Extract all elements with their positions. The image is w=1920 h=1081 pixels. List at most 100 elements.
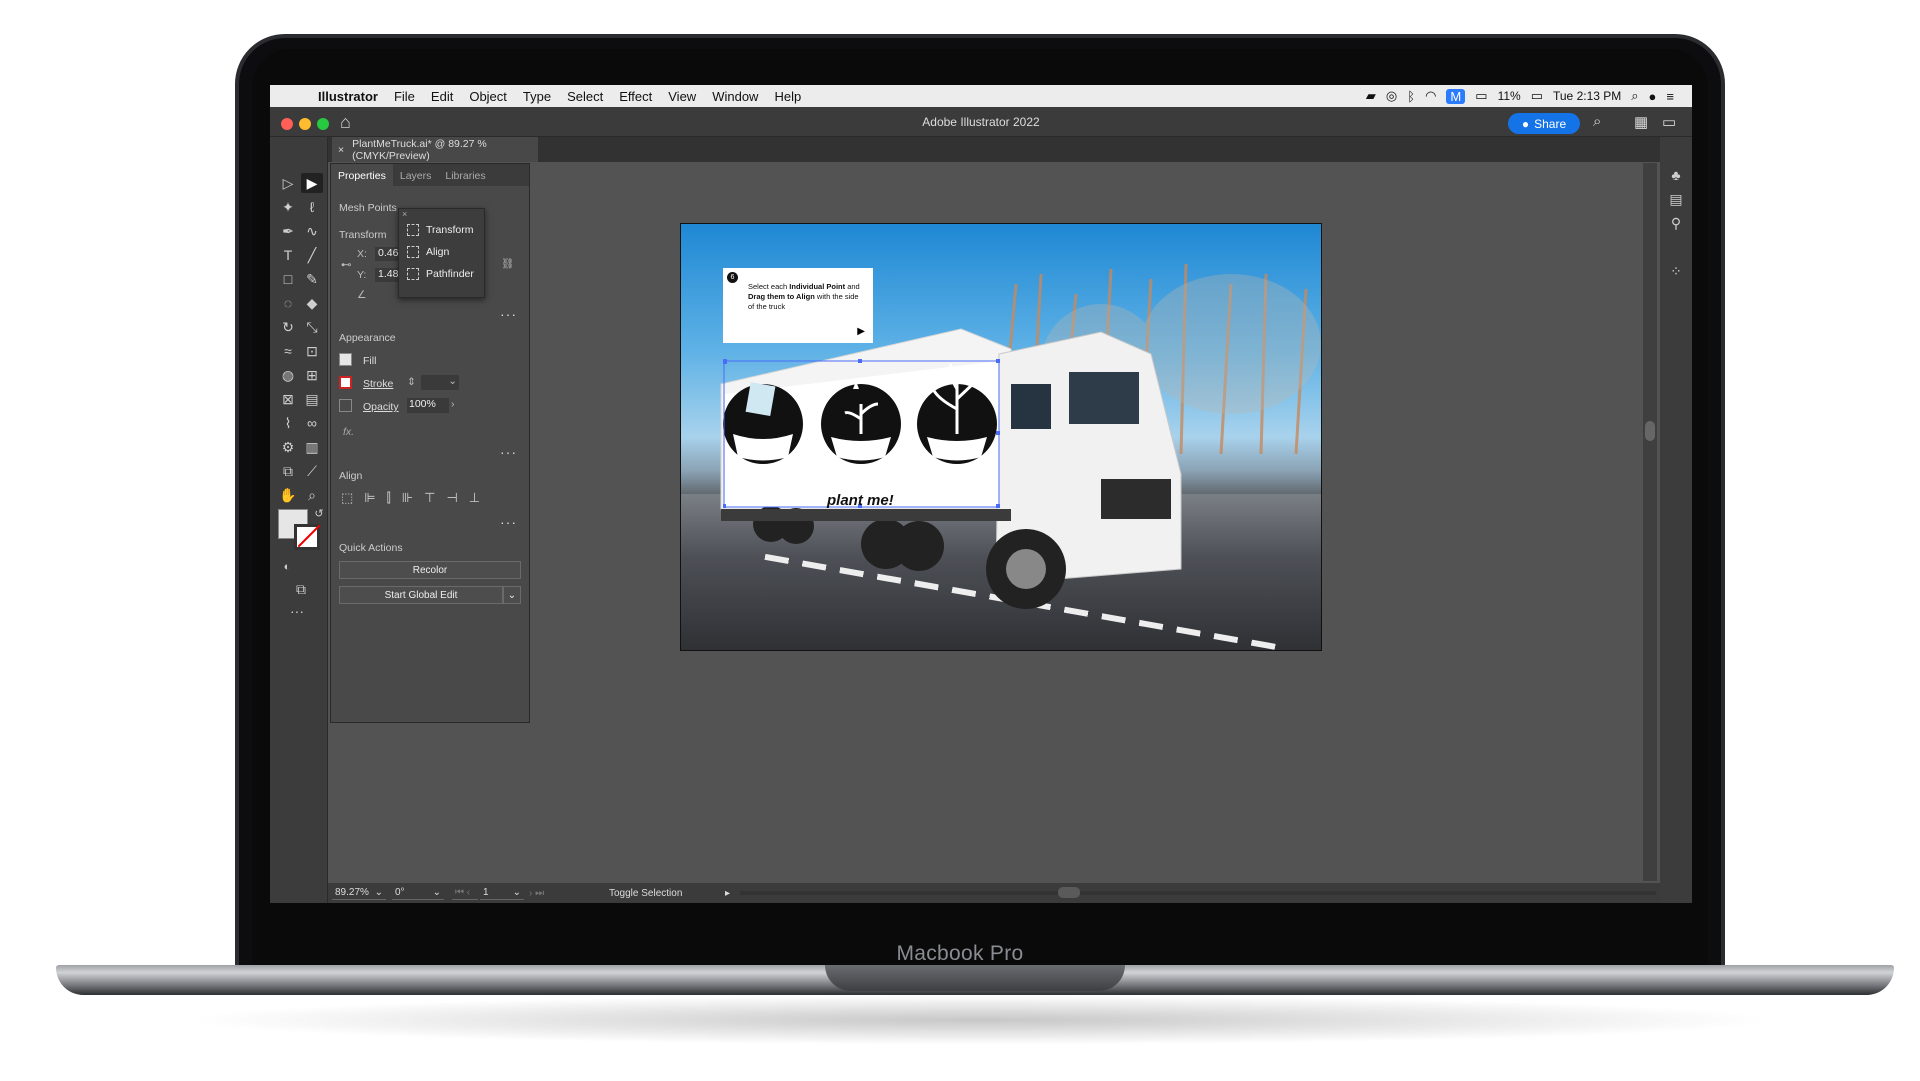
creative-cloud-icon[interactable]: ◎ [1386, 88, 1397, 104]
tab-libraries[interactable]: Libraries [438, 164, 492, 186]
selection-tool-icon[interactable]: ▷ [277, 173, 299, 193]
drawing-modes-icon[interactable]: ◐ [276, 557, 298, 577]
panel-toggle-icon[interactable]: ▭ [1662, 113, 1676, 131]
perspective-grid-tool-icon[interactable]: ⊞ [301, 365, 323, 385]
align-to-icon[interactable]: ⬚ [341, 490, 353, 506]
free-transform-tool-icon[interactable]: ⊡ [301, 341, 323, 361]
stroke-swatch[interactable] [294, 524, 320, 550]
wifi-icon[interactable]: ◠ [1425, 88, 1436, 104]
symbol-sprayer-tool-icon[interactable]: ⚙ [277, 437, 299, 457]
opacity-label[interactable]: Opacity [363, 401, 399, 413]
direct-selection-tool-icon[interactable]: ▶ [301, 173, 323, 193]
popup-item-pathfinder[interactable]: Pathfinder [399, 263, 484, 285]
eraser-tool-icon[interactable]: ◆ [301, 293, 323, 313]
curvature-tool-icon[interactable]: ∿ [301, 221, 323, 241]
menu-edit[interactable]: Edit [431, 89, 453, 104]
align-left-icon[interactable]: ⊫ [364, 490, 375, 506]
artboard-tool-icon[interactable]: ⧉ [277, 461, 299, 481]
malwarebytes-icon[interactable]: M [1446, 88, 1466, 104]
horizontal-scroll-thumb[interactable] [1058, 887, 1080, 898]
plant-me-graphic[interactable] [723, 359, 1001, 511]
vertical-scrollbar[interactable] [1643, 163, 1657, 881]
workspace-icon[interactable]: ▦ [1634, 113, 1648, 131]
pen-tool-icon[interactable]: ✒ [277, 221, 299, 241]
artboard[interactable]: 6 Select each Individual Point and Drag … [680, 223, 1322, 651]
artboard-number-field[interactable]: 1 ⌄ [480, 886, 524, 900]
stroke-weight-stepper[interactable]: ⇕ [407, 376, 416, 388]
last-artboard-button[interactable]: › ⏭ [526, 886, 552, 900]
align-more-button[interactable]: ··· [500, 514, 517, 530]
share-button[interactable]: ● Share [1508, 113, 1580, 134]
spotlight-icon[interactable]: ⌕ [1631, 88, 1638, 104]
shaper-tool-icon[interactable]: ◌ [277, 293, 299, 313]
mesh-tool-icon[interactable]: ⊠ [277, 389, 299, 409]
bluetooth-icon[interactable]: ᛒ [1407, 89, 1415, 104]
camera-icon[interactable]: ▰ [1366, 88, 1376, 104]
zoom-field[interactable]: 89.27% ⌄ [332, 886, 386, 900]
line-tool-icon[interactable]: ╱ [301, 245, 323, 265]
zoom-dropdown-icon[interactable]: ⌄ [375, 887, 383, 898]
stroke-color-swatch[interactable] [339, 376, 352, 389]
graph-tool-icon[interactable]: ▥ [301, 437, 323, 457]
menu-help[interactable]: Help [774, 89, 801, 104]
stroke-label[interactable]: Stroke [363, 378, 393, 390]
slice-tool-icon[interactable]: ⟋ [301, 461, 323, 481]
popup-item-align[interactable]: Align [399, 241, 484, 263]
rotation-dropdown-icon[interactable]: ⌄ [433, 887, 441, 898]
opacity-field[interactable]: 100% [407, 398, 449, 413]
align-top-icon[interactable]: ⊤ [424, 490, 435, 506]
hand-tool-icon[interactable]: ✋ [277, 485, 299, 505]
lasso-tool-icon[interactable]: ℓ [301, 197, 323, 217]
rotation-field[interactable]: 0° ⌄ [392, 886, 444, 900]
global-edit-dropdown-icon[interactable]: ⌄ [503, 586, 521, 604]
vertical-scroll-thumb[interactable] [1645, 421, 1655, 441]
rotate-tool-icon[interactable]: ↻ [277, 317, 299, 337]
search-icon[interactable]: ⌕ [1593, 113, 1601, 130]
transform-more-button[interactable]: ··· [500, 306, 517, 322]
scale-tool-icon[interactable]: ⤡ [301, 317, 323, 337]
blend-tool-icon[interactable]: ∞ [301, 413, 323, 433]
align-bottom-icon[interactable]: ⊥ [469, 490, 480, 506]
usb-icon[interactable]: ⚲ [1660, 215, 1692, 239]
menu-app-name[interactable]: Illustrator [318, 89, 378, 104]
first-artboard-button[interactable]: ⏮ ‹ [452, 886, 478, 900]
magic-wand-tool-icon[interactable]: ✦ [277, 197, 299, 217]
fx-button[interactable]: fx. [343, 426, 354, 438]
zoom-tool-icon[interactable]: ⌕ [301, 485, 323, 505]
constrain-icon[interactable]: ⛓ [501, 257, 514, 270]
appearance-more-button[interactable]: ··· [500, 444, 517, 460]
popup-item-transform[interactable]: Transform [399, 219, 484, 241]
start-global-edit-button[interactable]: Start Global Edit [339, 586, 503, 604]
popup-close-icon[interactable]: × [399, 209, 484, 219]
gradient-tool-icon[interactable]: ▤ [301, 389, 323, 409]
fill-color-swatch[interactable] [339, 353, 352, 366]
horizontal-scrollbar[interactable] [740, 891, 1656, 895]
menu-window[interactable]: Window [712, 89, 758, 104]
tab-layers[interactable]: Layers [393, 164, 439, 186]
shape-builder-tool-icon[interactable]: ◍ [277, 365, 299, 385]
menu-select[interactable]: Select [567, 89, 603, 104]
menu-object[interactable]: Object [469, 89, 507, 104]
play-icon[interactable]: ▶ [857, 326, 865, 337]
airplay-icon[interactable]: ▭ [1475, 88, 1487, 104]
close-tab-icon[interactable]: × [338, 144, 344, 156]
opacity-arrow-icon[interactable]: › [451, 398, 455, 410]
eyedropper-tool-icon[interactable]: ⌇ [277, 413, 299, 433]
tab-properties[interactable]: Properties [331, 164, 393, 186]
document-tab[interactable]: × PlantMeTruck.ai* @ 89.27 % (CMYK/Previ… [332, 137, 538, 162]
align-vcenter-icon[interactable]: ⊣ [446, 490, 457, 506]
mesh-points-icon[interactable]: ⁘ [1660, 263, 1692, 287]
align-right-icon[interactable]: ⊪ [402, 490, 413, 506]
width-tool-icon[interactable]: ≈ [277, 341, 299, 361]
battery-icon[interactable]: ▭ [1531, 88, 1543, 104]
status-menu-arrow-icon[interactable]: ▸ [722, 886, 733, 900]
menu-type[interactable]: Type [523, 89, 551, 104]
siri-icon[interactable]: ● [1649, 89, 1657, 104]
reference-point-icon[interactable]: ⊷ [341, 259, 352, 271]
color-guide-icon[interactable]: ♣ [1660, 167, 1692, 191]
stroke-weight-dropdown[interactable]: ⌄ [421, 375, 459, 390]
align-hcenter-icon[interactable]: ⫿ [387, 490, 391, 506]
rectangle-tool-icon[interactable]: □ [277, 269, 299, 289]
control-center-icon[interactable]: ≡ [1666, 89, 1674, 104]
screen-mode-icon[interactable]: ⧉ [290, 579, 312, 599]
